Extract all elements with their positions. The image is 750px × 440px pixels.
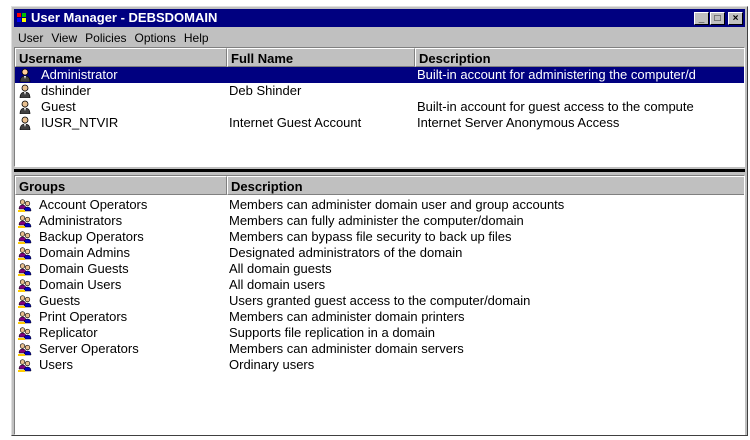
groups-list-header: Groups Description <box>15 176 744 195</box>
users-list-header: Username Full Name Description <box>15 48 744 67</box>
group-row[interactable]: Administrators Members can fully administ… <box>15 213 744 229</box>
description-cell: Built-in account for administering the c… <box>417 67 696 82</box>
group-row[interactable]: Domain Users All domain users <box>15 277 744 293</box>
group-description-cell: All domain users <box>229 277 326 292</box>
group-name-cell: Replicator <box>39 325 98 340</box>
groups-list[interactable]: Groups Description Account Operators Memb… <box>14 175 745 435</box>
menu-policies[interactable]: Policies <box>81 29 130 47</box>
group-description-cell: Supports file replication in a domain <box>229 325 435 340</box>
description-cell: Internet Server Anonymous Access <box>417 115 620 130</box>
group-row[interactable]: Domain Guests All domain guests <box>15 261 744 277</box>
group-description-cell: All domain guests <box>229 261 332 276</box>
user-manager-window: User Manager - DEBSDOMAIN _ □ × User View… <box>11 6 748 436</box>
user-row[interactable]: IUSR_NTVIR Internet Guest Account Internet… <box>15 115 744 131</box>
group-description-cell: Ordinary users <box>229 357 315 372</box>
group-row[interactable]: Server Operators Members can administer d… <box>15 341 744 357</box>
column-header-full-name[interactable]: Full Name <box>227 48 415 67</box>
app-icon <box>17 13 26 22</box>
username-cell: IUSR_NTVIR <box>41 115 119 130</box>
column-header-group-description[interactable]: Description <box>227 176 744 195</box>
group-name-cell: Domain Admins <box>39 245 131 260</box>
user-row[interactable]: Guest Built-in account for guest access t… <box>15 99 744 115</box>
username-cell: dshinder <box>41 83 91 98</box>
window-title: User Manager - DEBSDOMAIN <box>31 10 218 25</box>
group-description-cell: Members can administer domain user and g… <box>229 197 565 212</box>
group-row[interactable]: Domain Admins Designated administrators o… <box>15 245 744 261</box>
group-row[interactable]: Users Ordinary users <box>15 357 744 373</box>
group-description-cell: Members can bypass file security to back… <box>229 229 512 244</box>
close-button[interactable]: × <box>728 12 743 25</box>
group-name-cell: Print Operators <box>39 309 128 324</box>
group-description-cell: Members can fully administer the compute… <box>229 213 524 228</box>
menu-view[interactable]: View <box>47 29 81 47</box>
group-name-cell: Backup Operators <box>39 229 144 244</box>
group-name-cell: Domain Guests <box>39 261 129 276</box>
username-cell: Guest <box>41 99 76 114</box>
group-description-cell: Members can administer domain printers <box>229 309 465 324</box>
group-row[interactable]: Backup Operators Members can bypass file … <box>15 229 744 245</box>
column-header-username[interactable]: Username <box>15 48 227 67</box>
full-name-cell: Deb Shinder <box>229 83 302 98</box>
column-header-description[interactable]: Description <box>415 48 744 67</box>
group-name-cell: Domain Users <box>39 277 122 292</box>
column-header-groups[interactable]: Groups <box>15 176 227 195</box>
users-list[interactable]: Username Full Name Description Administr… <box>14 47 745 167</box>
group-name-cell: Guests <box>39 293 81 308</box>
group-name-cell: Server Operators <box>39 341 139 356</box>
menu-help[interactable]: Help <box>180 29 213 47</box>
group-name-cell: Users <box>39 357 73 372</box>
full-name-cell: Internet Guest Account <box>229 115 362 130</box>
group-description-cell: Members can administer domain servers <box>229 341 464 356</box>
pane-splitter[interactable] <box>14 167 745 175</box>
group-description-cell: Designated administrators of the domain <box>229 245 463 260</box>
username-cell: Administrator <box>41 67 118 82</box>
user-row[interactable]: dshinder Deb Shinder <box>15 83 744 99</box>
group-row[interactable]: Replicator Supports file replication in a… <box>15 325 744 341</box>
maximize-button[interactable]: □ <box>710 12 725 25</box>
menu-user[interactable]: User <box>14 29 47 47</box>
menu-options[interactable]: Options <box>131 29 180 47</box>
group-name-cell: Administrators <box>39 213 123 228</box>
group-name-cell: Account Operators <box>39 197 148 212</box>
group-description-cell: Users granted guest access to the comput… <box>229 293 531 308</box>
user-row[interactable]: Administrator Built-in account for admini… <box>15 67 744 83</box>
minimize-button[interactable]: _ <box>694 12 709 25</box>
group-row[interactable]: Account Operators Members can administer … <box>15 197 744 213</box>
menu-bar: User View Policies Options Help <box>14 29 745 47</box>
title-bar[interactable]: User Manager - DEBSDOMAIN _ □ × <box>14 9 745 27</box>
group-row[interactable]: Guests Users granted guest access to the … <box>15 293 744 309</box>
group-row[interactable]: Print Operators Members can administer do… <box>15 309 744 325</box>
description-cell: Built-in account for guest access to the… <box>417 99 694 114</box>
